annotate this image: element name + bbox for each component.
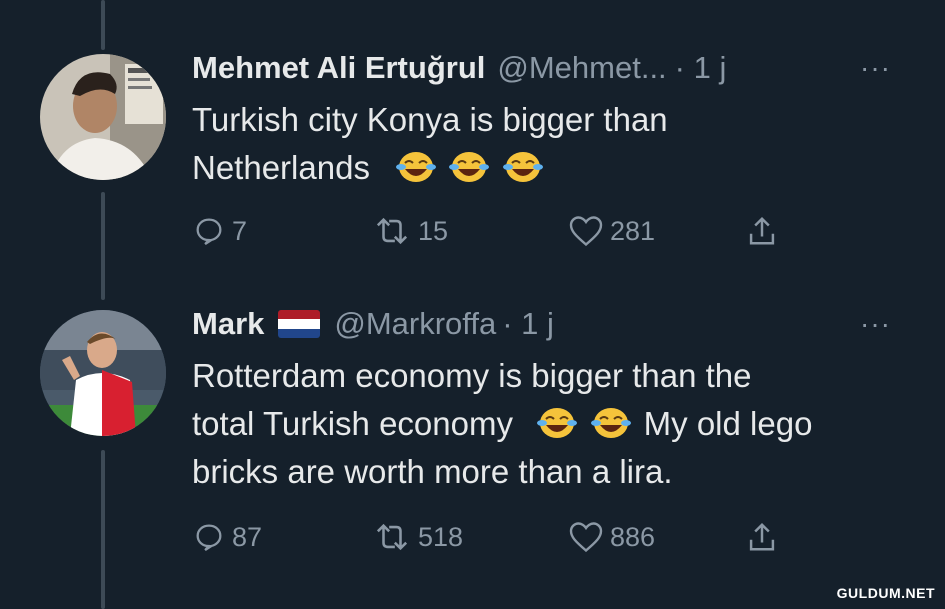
tweet-text-line-1: Turkish city Konya is bigger than (192, 101, 668, 138)
tweet-text-line-2-start: total Turkish economy (192, 405, 513, 442)
tweet-actions: 87 518 886 (192, 520, 792, 560)
like-button[interactable]: 886 (568, 520, 655, 554)
share-icon (749, 522, 775, 551)
display-name[interactable]: Mehmet Ali Ertuğrul (192, 48, 485, 88)
reply-button[interactable]: 87 (192, 520, 262, 554)
tweet-text-line-1: Rotterdam economy is bigger than the (192, 357, 752, 394)
reply-icon (196, 524, 222, 551)
like-count: 281 (610, 215, 656, 246)
handle[interactable]: @Markroffa (334, 304, 496, 344)
laughing-crying-emoji-icon (537, 408, 578, 438)
laughing-crying-emoji-icon (590, 408, 631, 438)
reply-count: 7 (232, 215, 248, 246)
retweet-button[interactable]: 15 (372, 214, 448, 248)
like-button[interactable]: 281 (568, 214, 655, 248)
heart-icon (569, 216, 603, 247)
retweet-button[interactable]: 518 (372, 520, 463, 554)
tweet-text-line-2-end: My old lego (643, 405, 813, 442)
laughing-crying-emoji-icon (449, 152, 490, 182)
tweet-header: Mark @Markroffa · 1 j (192, 304, 554, 344)
tweet-header: Mehmet Ali Ertuğrul @Mehmet... · 1 j (192, 48, 726, 88)
avatar[interactable] (40, 54, 166, 180)
timestamp[interactable]: · 1 j (502, 304, 554, 344)
display-name[interactable]: Mark (192, 304, 264, 344)
laughing-crying-emoji-icon (502, 152, 543, 182)
tweet-actions: 7 15 281 (192, 214, 792, 254)
share-button[interactable] (747, 520, 777, 554)
reply-icon (196, 218, 222, 245)
retweet-count: 518 (418, 521, 464, 552)
reply-button[interactable]: 7 (192, 214, 247, 248)
retweet-icon (376, 217, 408, 245)
tweet-1[interactable]: Mehmet Ali Ertuğrul @Mehmet... · 1 j ···… (0, 0, 945, 290)
like-count: 886 (610, 521, 656, 552)
avatar[interactable] (40, 310, 166, 436)
watermark: GULDUM.NET (836, 585, 935, 601)
tweet-text-line-2: Netherlands (192, 144, 912, 192)
handle[interactable]: @Mehmet... (497, 48, 666, 88)
more-options-icon[interactable]: ··· (860, 52, 891, 84)
heart-icon (569, 522, 603, 553)
tweet-2[interactable]: Mark @Markroffa · 1 j ··· Rotterdam econ… (0, 290, 945, 609)
tweet-text: Rotterdam economy is bigger than the tot… (192, 352, 912, 496)
timestamp[interactable]: · 1 j (675, 48, 727, 88)
retweet-count: 15 (418, 215, 449, 246)
tweet-text-line-2: total Turkish economy My old lego (192, 400, 912, 448)
tweet-text: Turkish city Konya is bigger than Nether… (192, 96, 912, 192)
netherlands-flag-icon (278, 310, 321, 338)
more-options-icon[interactable]: ··· (860, 308, 891, 340)
laughing-crying-emoji-icon (396, 152, 437, 182)
share-button[interactable] (747, 214, 777, 248)
reply-count: 87 (232, 521, 263, 552)
tweet-text-line-3: bricks are worth more than a lira. (192, 453, 673, 490)
tweet-text-line-2-words: Netherlands (192, 149, 370, 186)
retweet-icon (376, 523, 408, 551)
share-icon (749, 216, 775, 245)
